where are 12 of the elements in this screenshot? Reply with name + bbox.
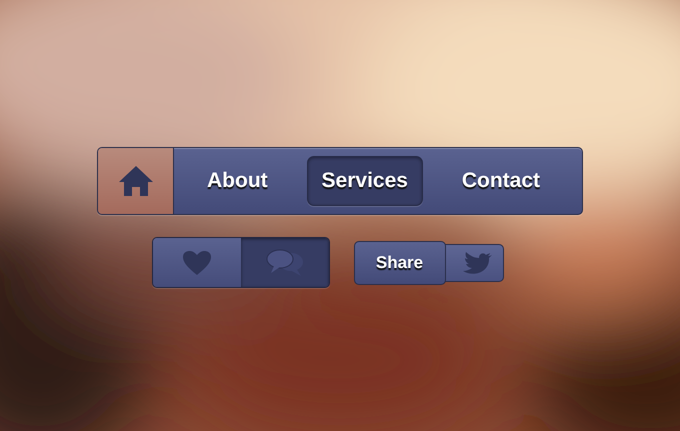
heart-icon [182, 250, 212, 276]
bird-icon [462, 252, 492, 274]
nav-link[interactable]: About [192, 156, 283, 206]
speech-bubbles-icon [266, 248, 304, 276]
like-button[interactable] [152, 238, 240, 287]
nav-link[interactable]: Contact [446, 156, 555, 206]
bird-button[interactable] [444, 244, 504, 282]
share-button[interactable]: Share [354, 240, 446, 284]
home-button[interactable] [98, 148, 174, 214]
nav-link[interactable]: Services [306, 156, 423, 206]
comment-button[interactable] [240, 238, 328, 287]
home-icon [118, 165, 154, 197]
